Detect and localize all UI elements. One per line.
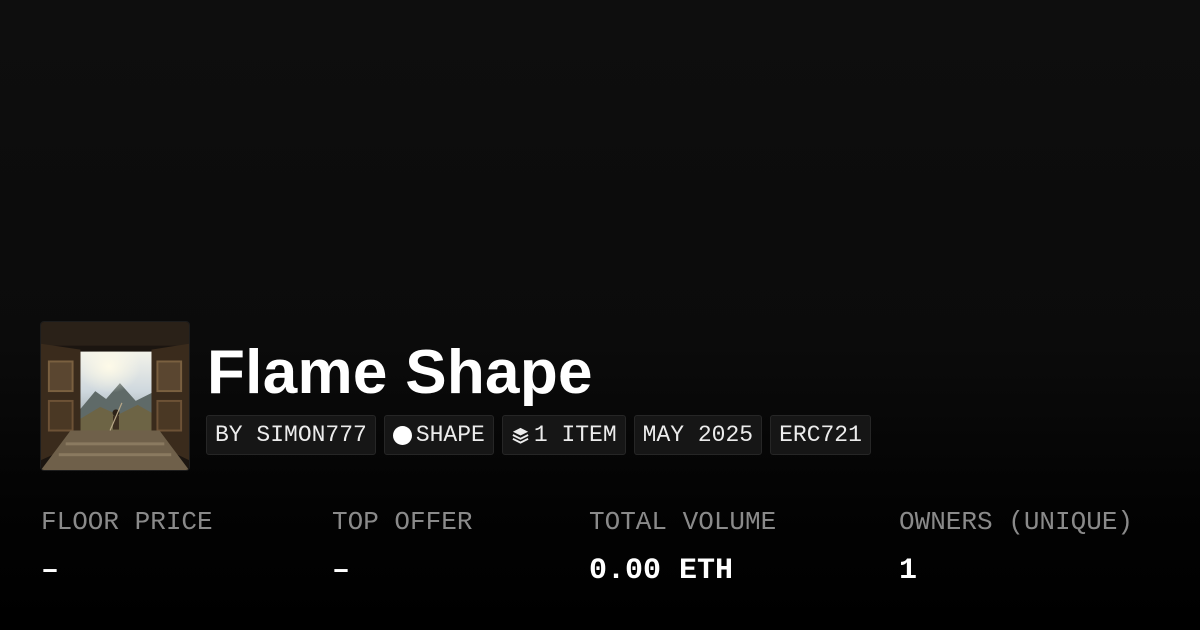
- stat-label: FLOOR PRICE: [41, 507, 213, 537]
- stat-value: 1: [899, 554, 918, 588]
- stat-label: OWNERS (UNIQUE): [899, 507, 1134, 537]
- layers-icon: [512, 427, 529, 444]
- standard-tag: ERC721: [770, 415, 871, 455]
- collection-tags: BY SIMON777 SHAPE 1 ITEM MAY 2025 ERC721: [206, 415, 871, 455]
- collection-title: Flame Shape: [207, 338, 593, 407]
- stat-owners: OWNERS (UNIQUE) 1: [899, 505, 1133, 588]
- og-card: Flame Shape BY SIMON777 SHAPE 1 ITEM MAY…: [0, 0, 1200, 630]
- date-label: MAY 2025: [642, 422, 754, 448]
- collection-thumbnail: [40, 321, 190, 471]
- chain-tag[interactable]: SHAPE: [383, 415, 494, 455]
- stat-top-offer: TOP OFFER –: [332, 505, 472, 588]
- items-label: 1 ITEM: [533, 422, 617, 448]
- items-tag: 1 ITEM: [501, 415, 626, 455]
- stat-value: –: [332, 554, 351, 588]
- stat-value: 0.00 ETH: [589, 554, 734, 588]
- stat-total-volume: TOTAL VOLUME 0.00 ETH: [589, 505, 776, 588]
- stat-value: –: [41, 554, 60, 588]
- creator-label: BY SIMON777: [215, 422, 367, 448]
- chain-label: SHAPE: [415, 422, 485, 448]
- stat-label: TOP OFFER: [332, 507, 473, 537]
- collection-artwork: [41, 322, 189, 470]
- stat-label: TOTAL VOLUME: [589, 507, 777, 537]
- creator-tag[interactable]: BY SIMON777: [206, 415, 376, 455]
- collection-stats: FLOOR PRICE – TOP OFFER – TOTAL VOLUME 0…: [0, 505, 1200, 605]
- date-tag: MAY 2025: [633, 415, 763, 455]
- standard-label: ERC721: [779, 422, 862, 448]
- circle-icon: [392, 425, 412, 445]
- stat-floor-price: FLOOR PRICE –: [41, 505, 213, 588]
